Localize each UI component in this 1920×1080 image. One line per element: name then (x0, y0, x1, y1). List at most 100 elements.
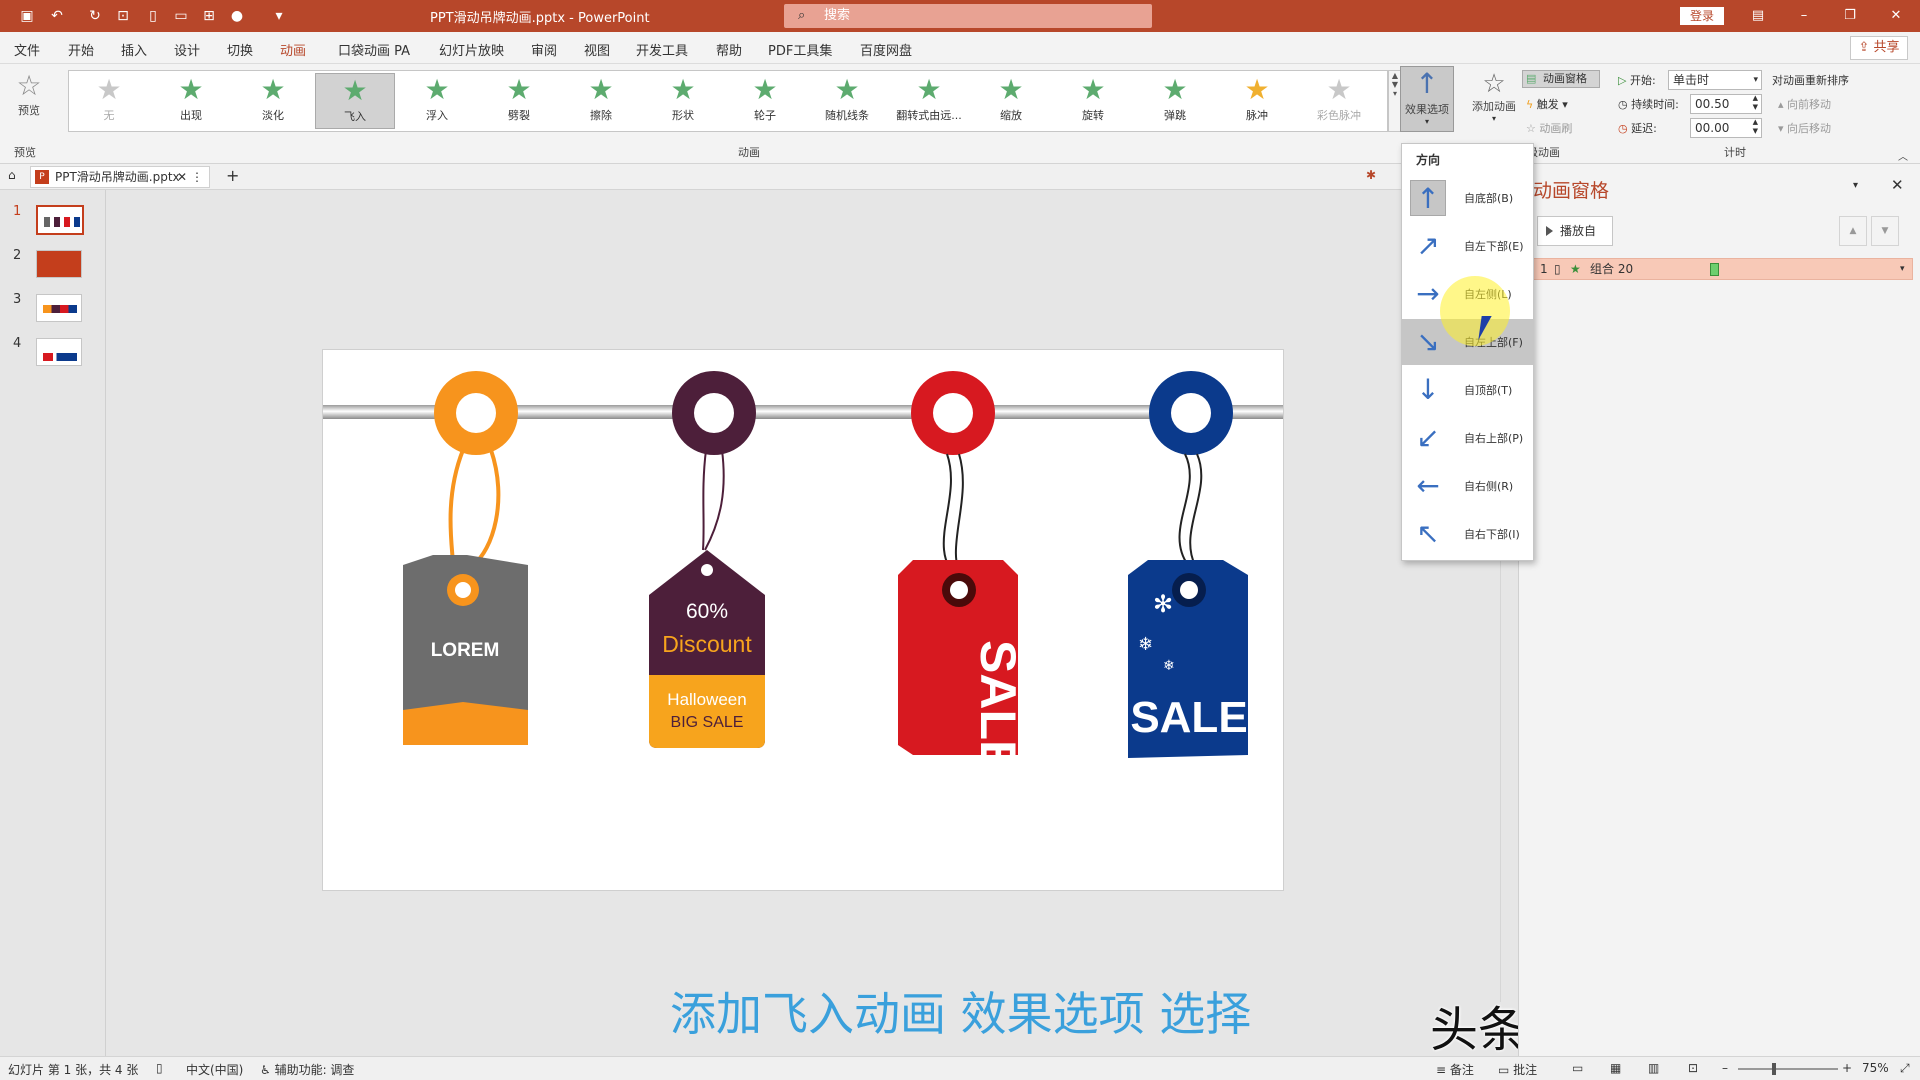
animation-pulse[interactable]: ★ 脉冲 (1217, 73, 1297, 129)
animation-zoom[interactable]: ★ 缩放 (971, 73, 1051, 129)
menu-developer[interactable]: 开发工具 (636, 40, 688, 59)
animation-shape[interactable]: ★ 形状 (643, 73, 723, 129)
reading-view-icon[interactable]: ▥ (1648, 1061, 1659, 1075)
save-icon[interactable]: ▣ (18, 7, 36, 25)
notes-button[interactable]: ≡ 备注 (1436, 1061, 1474, 1078)
spellcheck-icon[interactable]: ▯ (156, 1061, 163, 1075)
slide-thumbnail-1[interactable] (36, 205, 84, 235)
slideshow-view-icon[interactable]: ⊡ (1688, 1061, 1698, 1075)
close-icon[interactable]: ✕ (1886, 6, 1906, 26)
slide-thumbnail-2[interactable] (36, 250, 82, 278)
slide-thumbnail-4[interactable] (36, 338, 82, 366)
more-icon[interactable]: ⋮ (191, 167, 203, 187)
accessibility-status[interactable]: ♿ 辅助功能: 调查 (260, 1061, 354, 1078)
search-input[interactable]: ⌕ 搜索 (784, 4, 1152, 28)
slide-thumbnail-3[interactable] (36, 294, 82, 322)
open-folder-icon[interactable]: ▭ (172, 7, 190, 25)
zoom-slider[interactable] (1738, 1068, 1838, 1070)
direction-from-bottom-right[interactable]: ↖ 自右下部(I) (1402, 511, 1533, 557)
slide-canvas[interactable]: LOREM 60% Discount Halloween BIG SALE SA… (322, 349, 1284, 891)
play-from-button[interactable]: 播放自 (1537, 216, 1613, 246)
spinner-icon[interactable]: ▲ ▼ (1753, 94, 1758, 112)
direction-from-top-right[interactable]: ↙ 自右上部(P) (1402, 415, 1533, 461)
spinner-icon[interactable]: ▲ ▼ (1753, 118, 1758, 136)
animation-fly-in[interactable]: ★ 飞入 (315, 73, 395, 129)
tag-discount[interactable]: 60% Discount Halloween BIG SALE (649, 371, 765, 748)
pin-icon[interactable]: ✱ (1366, 168, 1376, 182)
menu-insert[interactable]: 插入 (121, 40, 147, 59)
chevron-down-icon[interactable]: ▾ (1900, 259, 1905, 279)
menu-animations[interactable]: 动画 (280, 40, 307, 67)
animation-bounce[interactable]: ★ 弹跳 (1135, 73, 1215, 129)
animation-wheel[interactable]: ★ 轮子 (725, 73, 805, 129)
tag-sale-red[interactable]: SALE (898, 371, 1026, 773)
record-icon[interactable]: ● (228, 7, 246, 25)
menu-slideshow[interactable]: 幻灯片放映 (439, 40, 504, 59)
select-icon[interactable]: ⊞ (200, 7, 218, 25)
share-button[interactable]: ⇪ 共享 (1850, 36, 1908, 60)
pane-options-icon[interactable]: ▾ (1853, 180, 1858, 191)
ribbon-display-icon[interactable]: ▤ (1748, 6, 1768, 26)
file-tab[interactable]: P PPT滑动吊牌动画.pptx ✕ ⋮ (30, 166, 210, 188)
menu-help[interactable]: 帮助 (716, 40, 742, 59)
close-pane-icon[interactable]: ✕ (1891, 176, 1904, 194)
direction-from-top[interactable]: ↓ 自顶部(T) (1402, 367, 1533, 413)
customize-toolbar-icon[interactable]: ▾ (270, 7, 288, 25)
animation-fade[interactable]: ★ 淡化 (233, 73, 313, 129)
menu-file[interactable]: 文件 (14, 40, 40, 59)
minimize-icon[interactable]: – (1794, 6, 1814, 26)
direction-from-right[interactable]: ← 自右侧(R) (1402, 463, 1533, 509)
direction-from-bottom-left[interactable]: ↗ 自左下部(E) (1402, 223, 1533, 269)
zoom-slider-thumb[interactable] (1772, 1063, 1776, 1075)
new-tab-icon[interactable]: + (226, 166, 239, 185)
menu-baidu-netdisk[interactable]: 百度网盘 (860, 40, 912, 59)
collapse-ribbon-icon[interactable]: ︿ (1898, 148, 1908, 163)
menu-home[interactable]: 开始 (68, 40, 94, 59)
zoom-out-icon[interactable]: – (1722, 1061, 1728, 1075)
fit-slide-icon[interactable]: ⤢ (1900, 1061, 1910, 1076)
direction-from-bottom[interactable]: ↑ 自底部(B) (1402, 175, 1533, 221)
animation-grow-turn[interactable]: ★ 翻转式由远... (889, 73, 969, 129)
redo-icon[interactable]: ↻ (86, 7, 104, 25)
trigger-button[interactable]: ϟ 触发 ▾ (1526, 96, 1568, 112)
menu-design[interactable]: 设计 (174, 40, 200, 59)
move-earlier-button[interactable]: ▴ 向前移动 (1778, 96, 1831, 112)
present-icon[interactable]: ⊡ (114, 7, 132, 25)
menu-pocket-animation[interactable]: 口袋动画 PA (338, 40, 410, 59)
restore-icon[interactable]: ❐ (1840, 6, 1860, 26)
tag-sale-blue[interactable]: ✻ ❄ ❄ SALE (1128, 371, 1248, 758)
animation-appear[interactable]: ★ 出现 (151, 73, 231, 129)
normal-view-icon[interactable]: ▭ (1572, 1061, 1583, 1075)
language-indicator[interactable]: 中文(中国) (186, 1061, 243, 1078)
home-tab-icon[interactable]: ⌂ (8, 168, 16, 182)
tag-lorem[interactable]: LOREM (403, 371, 528, 745)
move-up-arrow[interactable]: ▲ (1839, 216, 1867, 246)
undo-icon[interactable]: ↶ (48, 7, 66, 25)
animation-swivel[interactable]: ★ 旋转 (1053, 73, 1133, 129)
comments-button[interactable]: ▭ 批注 (1498, 1061, 1537, 1078)
animation-painter-button[interactable]: ☆ 动画刷 (1526, 120, 1572, 136)
move-later-button[interactable]: ▾ 向后移动 (1778, 120, 1831, 136)
animation-pane-button[interactable]: ▤ 动画窗格 (1522, 70, 1600, 88)
animation-random-bars[interactable]: ★ 随机线条 (807, 73, 887, 129)
duration-field[interactable]: 00.50 ▲ ▼ (1690, 94, 1762, 114)
animation-split[interactable]: ★ 劈裂 (479, 73, 559, 129)
animation-float-in[interactable]: ★ 浮入 (397, 73, 477, 129)
menu-transitions[interactable]: 切换 (227, 40, 253, 59)
delay-field[interactable]: 00.00 ▲ ▼ (1690, 118, 1762, 138)
move-down-arrow[interactable]: ▼ (1871, 216, 1899, 246)
timeline-bar[interactable] (1710, 263, 1719, 276)
login-button[interactable]: 登录 (1680, 7, 1724, 25)
close-tab-icon[interactable]: ✕ (177, 167, 187, 187)
animation-color-pulse[interactable]: ★ 彩色脉冲 (1299, 73, 1379, 129)
zoom-in-icon[interactable]: + (1842, 1061, 1852, 1075)
add-animation-button[interactable]: ☆ 添加动画 ▾ (1466, 70, 1522, 123)
slide-sorter-icon[interactable]: ▦ (1610, 1061, 1621, 1075)
menu-review[interactable]: 审阅 (531, 40, 557, 59)
animation-list-item[interactable]: 1 ▯ ★ 组合 20 ▾ (1533, 258, 1913, 280)
preview-button[interactable]: ☆ 预览 (12, 70, 46, 118)
animation-wipe[interactable]: ★ 擦除 (561, 73, 641, 129)
effect-options-button[interactable]: ↑ 效果选项 ▾ (1400, 66, 1454, 132)
animation-none[interactable]: ★ 无 (69, 73, 149, 129)
menu-view[interactable]: 视图 (584, 40, 610, 59)
